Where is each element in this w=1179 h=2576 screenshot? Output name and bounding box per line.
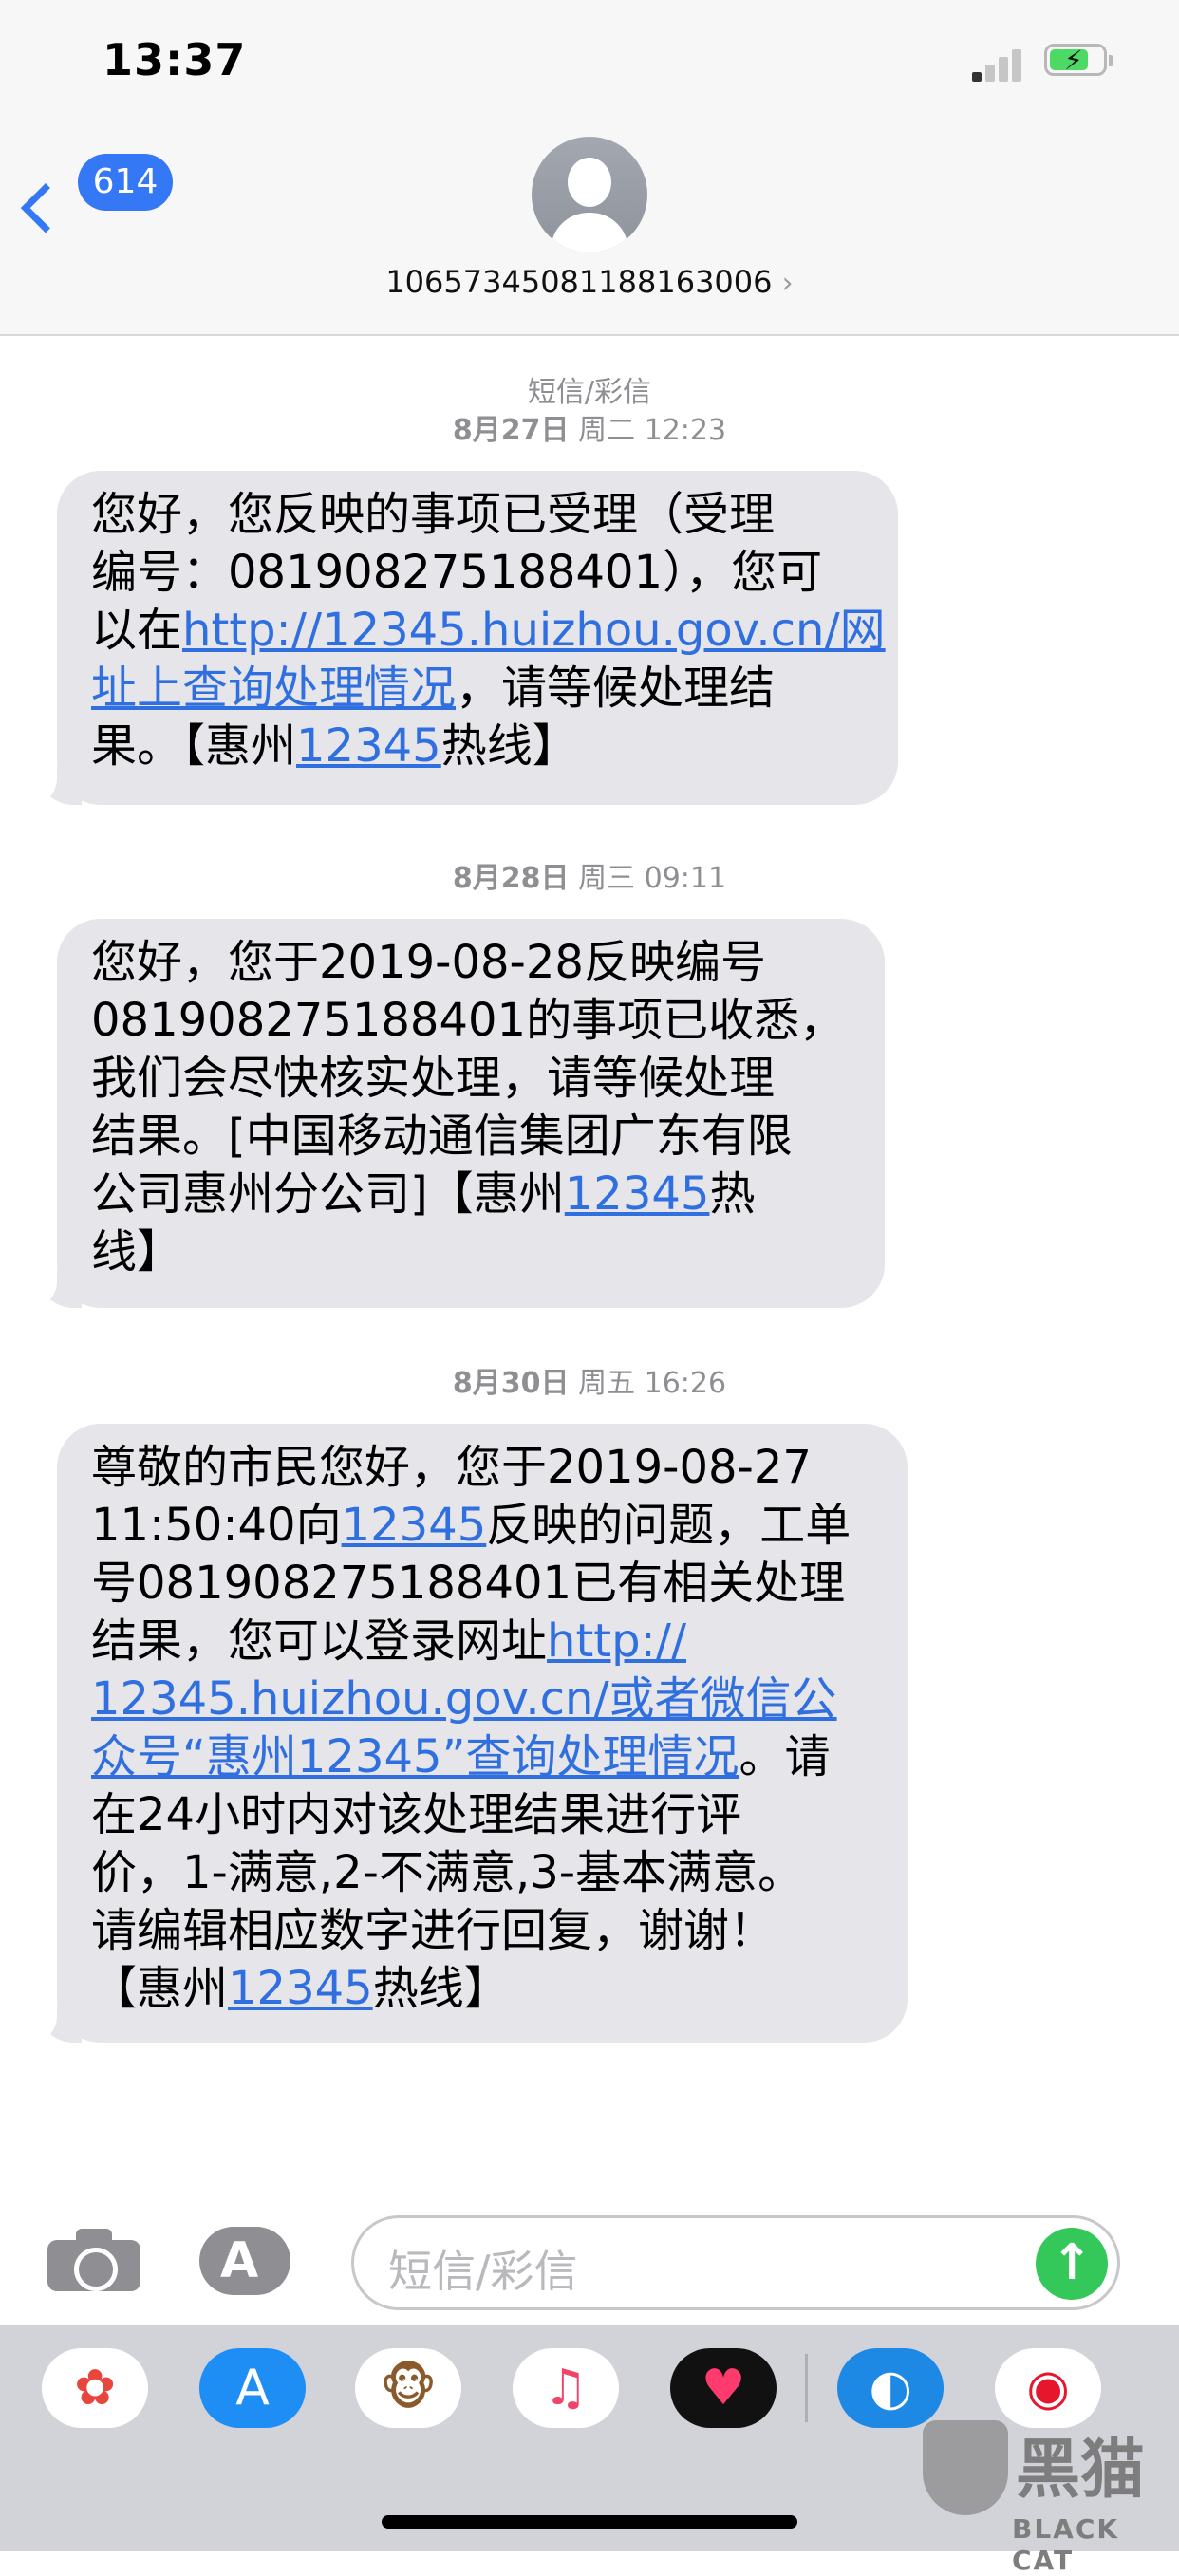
message-text: 您好，您于2019-08-28反映编号 <box>91 936 766 989</box>
contact-details-button[interactable]: 10657345081188163006 › <box>0 264 1179 300</box>
message-line: 以在http://12345.huizhou.gov.cn/网 <box>91 602 886 660</box>
message-input[interactable]: 短信/彩信 ↑ <box>351 2215 1120 2310</box>
message-text: 线】 <box>91 1225 183 1279</box>
camera-icon <box>74 2248 118 2291</box>
message-text: 热 <box>709 1167 756 1221</box>
message-line: 11:50:40向12345反映的问题，工单 <box>91 1497 879 1555</box>
message-line: 【惠州12345热线】 <box>91 1960 879 2018</box>
photos-app-icon[interactable]: ✿ <box>42 2348 148 2428</box>
message-text: 以在 <box>91 604 183 657</box>
message-text: 尊敬的市民您好，您于2019-08-27 <box>91 1441 812 1494</box>
message-line: 价，1-满意,2-不满意,3-基本满意。 <box>91 1844 879 1902</box>
message-line: 您好，您于2019-08-28反映编号 <box>91 934 856 992</box>
message-link[interactable]: 12345.huizhou.gov.cn/或者微信公 <box>91 1672 837 1726</box>
dolphin-app-icon[interactable]: ◐ <box>837 2348 944 2428</box>
message-line: 号081908275188401已有相关处理 <box>91 1555 879 1613</box>
cellular-signal-icon <box>972 47 1025 82</box>
battery-charging-icon: ⚡ <box>1044 44 1114 76</box>
message-line: 结果，您可以登录网址http:// <box>91 1613 879 1671</box>
watermark-sub-text: BLACK CAT <box>1012 2513 1120 2576</box>
message-line: 公司惠州分公司]【惠州12345热 <box>91 1166 856 1223</box>
message-text: 您好，您反映的事项已受理（受理 <box>91 488 776 541</box>
message-link[interactable]: 众号“惠州12345”查询处理情况 <box>91 1730 739 1783</box>
message-timestamp: 8月28日 周三 09:11 <box>452 862 727 895</box>
app-drawer-button[interactable]: A <box>199 2227 298 2295</box>
app-store-icon: A <box>220 2232 259 2289</box>
animoji-app-icon[interactable]: 🐵 <box>355 2348 461 2428</box>
message-text: 编号：081908275188401），您可 <box>91 546 823 599</box>
chevron-left-icon <box>20 183 71 233</box>
message-link[interactable]: http:// <box>547 1615 686 1668</box>
message-link[interactable]: 址上查询处理情况 <box>91 662 456 715</box>
message-text: 结果。[中国移动通信集团广东有限 <box>91 1110 793 1163</box>
message-text: 反映的问题，工单 <box>486 1499 852 1552</box>
message-text: 价，1-满意,2-不满意,3-基本满意。 <box>91 1846 804 1899</box>
message-text: 。请 <box>739 1730 831 1783</box>
message-bubble[interactable]: 您好，您反映的事项已受理（受理 编号：081908275188401），您可 以在h… <box>13 471 898 807</box>
contact-number: 10657345081188163006 <box>385 264 773 300</box>
message-line: 您好，您反映的事项已受理（受理 <box>91 486 870 544</box>
black-cat-logo-icon <box>923 2420 1008 2515</box>
message-line: 尊敬的市民您好，您于2019-08-27 <box>91 1439 879 1497</box>
contact-avatar[interactable] <box>532 137 647 252</box>
message-bubble[interactable]: 您好，您于2019-08-28反映编号 081908275188401的事项已收悉… <box>13 919 885 1310</box>
digital-touch-app-icon[interactable]: ♥ <box>670 2348 777 2428</box>
send-button[interactable]: ↑ <box>1036 2228 1108 2300</box>
back-button[interactable]: 614 <box>20 150 177 233</box>
message-timestamp: 8月27日 周二 12:23 <box>452 414 727 447</box>
message-text: 热线】 <box>440 719 578 773</box>
unread-count-badge: 614 <box>78 154 173 211</box>
app-strip-divider <box>805 2354 808 2422</box>
message-line: 12345.huizhou.gov.cn/或者微信公 <box>91 1671 879 1728</box>
message-text: 11:50:40向 <box>91 1499 342 1552</box>
message-line: 结果。[中国移动通信集团广东有限 <box>91 1108 856 1166</box>
black-cat-watermark: 黑猫 BLACK CAT <box>917 2420 1179 2576</box>
message-timestamp: 8月30日 周五 16:26 <box>452 1367 727 1400</box>
message-line: 编号：081908275188401），您可 <box>91 544 870 602</box>
message-link[interactable]: 12345 <box>342 1499 487 1552</box>
message-text: ，请等候处理结 <box>456 662 776 715</box>
message-text: 【惠州 <box>91 1962 229 2015</box>
message-link[interactable]: 12345 <box>228 1962 373 2015</box>
message-bubble[interactable]: 尊敬的市民您好，您于2019-08-27 11:50:40向12345反映的问题，… <box>13 1424 908 2044</box>
chevron-right-icon: › <box>781 267 794 300</box>
message-line: 线】 <box>91 1223 856 1281</box>
message-line: 在24小时内对该处理结果进行评 <box>91 1786 879 1844</box>
message-text: 果。【惠州 <box>91 719 297 773</box>
message-text: 公司惠州分公司]【惠州 <box>91 1167 565 1221</box>
service-label: 短信/彩信 <box>527 376 652 409</box>
message-input-placeholder: 短信/彩信 <box>388 2246 578 2297</box>
message-line: 址上查询处理情况，请等候处理结 <box>91 660 870 718</box>
message-link[interactable]: http://12345.huizhou.gov.cn/网 <box>182 604 886 657</box>
message-line: 果。【惠州12345热线】 <box>91 718 870 775</box>
message-text: 在24小时内对该处理结果进行评 <box>91 1788 742 1841</box>
message-text: 请编辑相应数字进行回复，谢谢！ <box>91 1904 776 1957</box>
message-link[interactable]: 12345 <box>296 719 441 773</box>
status-time: 13:37 <box>103 34 247 85</box>
app-store-app-icon[interactable]: A <box>199 2348 306 2428</box>
home-indicator[interactable] <box>382 2515 797 2529</box>
message-line: 众号“惠州12345”查询处理情况。请 <box>91 1728 879 1786</box>
message-text: 081908275188401的事项已收悉， <box>91 994 846 1047</box>
message-line: 我们会尽快核实处理，请等候处理 <box>91 1050 856 1108</box>
message-text: 结果，您可以登录网址 <box>91 1615 548 1668</box>
message-text: 号081908275188401已有相关处理 <box>91 1557 846 1610</box>
conversation-header: 13:37 ⚡ 614 10657345081188163006 › <box>0 0 1179 336</box>
message-line: 请编辑相应数字进行回复，谢谢！ <box>91 1902 879 1960</box>
music-app-icon[interactable]: ♫ <box>513 2348 619 2428</box>
message-line: 081908275188401的事项已收悉， <box>91 992 856 1050</box>
watermark-main-text: 黑猫 <box>1016 2433 1146 2508</box>
camera-button[interactable] <box>47 2229 140 2291</box>
message-text: 我们会尽快核实处理，请等候处理 <box>91 1052 776 1105</box>
message-text: 热线】 <box>372 1962 510 2015</box>
message-link[interactable]: 12345 <box>565 1167 710 1221</box>
